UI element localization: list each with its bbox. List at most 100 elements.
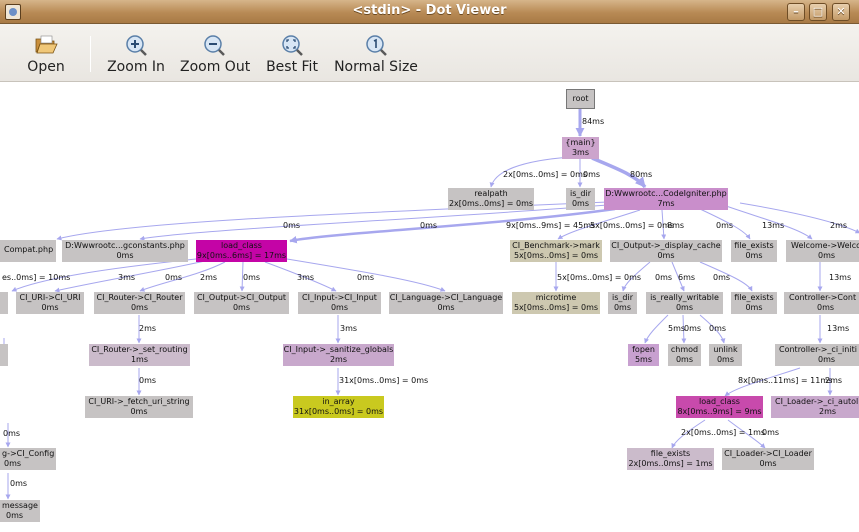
edge-label: 8ms xyxy=(667,221,685,230)
graph-node-is-dir-2[interactable]: is_dir 0ms xyxy=(608,292,637,314)
title-bar: <stdin> - Dot Viewer – □ ✕ xyxy=(0,0,859,24)
edge-label: 8x[0ms..11ms] = 11ms xyxy=(738,376,833,385)
edge-label: 80ms xyxy=(630,170,653,179)
graph-node-load-class-2[interactable]: load_class 8x[0ms..9ms] = 9ms xyxy=(676,396,763,418)
graph-node-fetch-uri-string[interactable]: CI_URI->_fetch_uri_string 0ms xyxy=(85,396,193,418)
graph-node-root[interactable]: root xyxy=(566,89,595,109)
maximize-button[interactable]: □ xyxy=(809,3,827,21)
graph-node-sanitize-globals[interactable]: CI_Input->_sanitize_globals 2ms xyxy=(283,344,394,366)
normal-size-button[interactable]: Normal Size xyxy=(334,30,418,78)
graph-node-set-routing[interactable]: CI_Router->_set_routing 1ms xyxy=(89,344,190,366)
edge-label: es..0ms] = 10ms xyxy=(2,273,71,282)
graph-node-main[interactable]: {main} 3ms xyxy=(562,137,599,159)
zoom-in-button[interactable]: Zoom In xyxy=(106,30,166,78)
edge-label: 6ms xyxy=(678,273,696,282)
graph-node-output-output[interactable]: CI_Output->CI_Output 0ms xyxy=(194,292,289,314)
graph-node-fopen[interactable]: fopen 5ms xyxy=(628,344,659,366)
edge-label: 0ms xyxy=(583,170,601,179)
best-fit-label: Best Fit xyxy=(266,59,318,75)
edge-label: 13ms xyxy=(829,273,852,282)
zoom-in-label: Zoom In xyxy=(107,59,165,75)
graph-node-is-dir[interactable]: is_dir 0ms xyxy=(566,188,595,210)
graph-node-ci-loader[interactable]: CI_Loader->CI_Loader 0ms xyxy=(722,448,814,470)
edge-label: 0ms xyxy=(716,221,734,230)
zoom-normal-icon xyxy=(366,35,387,56)
graph-node-ci-autol[interactable]: CI_Loader->_ci_autol 2ms xyxy=(771,396,859,418)
graph-node-ci-config[interactable]: g->CI_Config 0ms xyxy=(0,448,56,470)
edge-label: 0ms xyxy=(165,273,183,282)
edge-label: 0ms xyxy=(357,273,375,282)
edge-label: 13ms xyxy=(827,324,850,333)
graph-node-benchmark-mark[interactable]: CI_Benchmark->mark 5x[0ms..0ms] = 0ms xyxy=(510,240,602,262)
graph-node-router-router[interactable]: CI_Router->CI_Router 0ms xyxy=(94,292,185,314)
normal-size-label: Normal Size xyxy=(334,59,418,75)
window-title: <stdin> - Dot Viewer xyxy=(352,3,507,18)
graph-node-welcome[interactable]: Welcome->Welco 0ms xyxy=(786,240,859,262)
graph-canvas[interactable]: 84ms 2x[0ms..0ms] = 0ms 0ms 80ms 0ms 0ms… xyxy=(0,83,859,532)
edge-label: 2x[0ms..0ms] = 0ms xyxy=(503,170,588,179)
graph-node-codeigniter[interactable]: D:Wwwrootc...CodeIgniter.php 7ms xyxy=(604,188,728,210)
edge-label: 2ms xyxy=(825,376,843,385)
edge-label: 0ms xyxy=(139,376,157,385)
graph-node-ci-initi[interactable]: Controller->_ci_initi 0ms xyxy=(775,344,859,366)
edge-label: 13ms xyxy=(762,221,785,230)
edge-irw-fopen xyxy=(644,314,669,344)
edge-label: 3ms xyxy=(340,324,358,333)
edge-label: 5ms xyxy=(668,324,686,333)
graph-node-compat[interactable]: Compat.php xyxy=(0,240,56,262)
edge-label: 2ms xyxy=(830,221,848,230)
zoom-out-icon xyxy=(204,35,225,56)
edge-label: 0ms xyxy=(420,221,438,230)
graph-node-message[interactable]: message 0ms xyxy=(0,500,40,522)
graph-node-uri-uri[interactable]: CI_URI->CI_URI 0ms xyxy=(16,292,84,314)
minimize-button[interactable]: – xyxy=(787,3,805,21)
edge-label: 0ms xyxy=(3,429,21,438)
graph-node-chmod[interactable]: chmod 0ms xyxy=(668,344,701,366)
edge-label: 0ms xyxy=(684,324,702,333)
graph-node-is-really-writable[interactable]: is_really_writable 0ms xyxy=(646,292,723,314)
zoom-fit-icon xyxy=(282,35,303,56)
edge-label: 0ms xyxy=(655,273,673,282)
edge-label: 3ms xyxy=(297,273,315,282)
zoom-out-button[interactable]: Zoom Out xyxy=(180,30,251,78)
edge-label: 2ms xyxy=(200,273,218,282)
edge-label: 0ms xyxy=(709,324,727,333)
edge-label: 31x[0ms..0ms] = 0ms xyxy=(339,376,429,385)
graph-node-controller-cont[interactable]: Controller->Cont 0ms xyxy=(784,292,859,314)
zoom-in-icon xyxy=(126,35,147,56)
graph-node-constants[interactable]: D:Wwwrootc...gconstants.php 0ms xyxy=(62,240,188,262)
graph-node-load-class[interactable]: load_class 9x[0ms..6ms] = 17ms xyxy=(196,240,287,262)
toolbar: Open Zoom In Zoom Out Best Fit Normal Si… xyxy=(0,24,859,82)
edge-label: 0ms xyxy=(283,221,301,230)
edge-label: 9x[0ms..9ms] = 45ms xyxy=(506,221,596,230)
open-label: Open xyxy=(27,59,65,75)
edge-label: 5x[0ms..0ms] = 0ms xyxy=(557,273,642,282)
close-button[interactable]: ✕ xyxy=(832,3,850,21)
graph-node-left-clip-2[interactable] xyxy=(0,344,8,366)
toolbar-separator xyxy=(90,36,91,72)
open-button[interactable]: Open xyxy=(22,30,70,78)
edge-label: 0ms xyxy=(10,479,28,488)
edge-label: 0ms xyxy=(713,273,731,282)
zoom-out-label: Zoom Out xyxy=(180,59,251,75)
folder-open-icon xyxy=(35,35,58,54)
best-fit-button[interactable]: Best Fit xyxy=(264,30,320,78)
graph-node-file-exists[interactable]: file_exists 0ms xyxy=(731,240,777,262)
edge-label: 0ms xyxy=(762,428,780,437)
graph-node-input-input[interactable]: CI_Input->CI_Input 0ms xyxy=(298,292,381,314)
graph-node-file-exists-2[interactable]: file_exists 0ms xyxy=(731,292,777,314)
edge-label: 0ms xyxy=(243,273,261,282)
graph-node-unlink[interactable]: unlink 0ms xyxy=(709,344,742,366)
graph-node-in-array[interactable]: in_array 31x[0ms..0ms] = 0ms xyxy=(293,396,384,418)
edge-label: 2x[0ms..0ms] = 1ms xyxy=(681,428,766,437)
edge-label: 3ms xyxy=(118,273,136,282)
graph-node-microtime[interactable]: microtime 5x[0ms..0ms] = 0ms xyxy=(512,292,600,314)
graph-node-output-cache[interactable]: CI_Output->_display_cache 0ms xyxy=(610,240,722,262)
graph-node-file-exists-3[interactable]: file_exists 2x[0ms..0ms] = 1ms xyxy=(627,448,714,470)
graph-node-language[interactable]: CI_Language->CI_Language 0ms xyxy=(389,292,503,314)
edge-label: 5x[0ms..0ms] = 0ms xyxy=(590,221,675,230)
graph-node-realpath[interactable]: realpath 2x[0ms..0ms] = 0ms xyxy=(448,188,534,210)
graph-node-left-clip[interactable] xyxy=(0,292,8,314)
edge-label: 2ms xyxy=(139,324,157,333)
edge-label: 84ms xyxy=(582,117,605,126)
